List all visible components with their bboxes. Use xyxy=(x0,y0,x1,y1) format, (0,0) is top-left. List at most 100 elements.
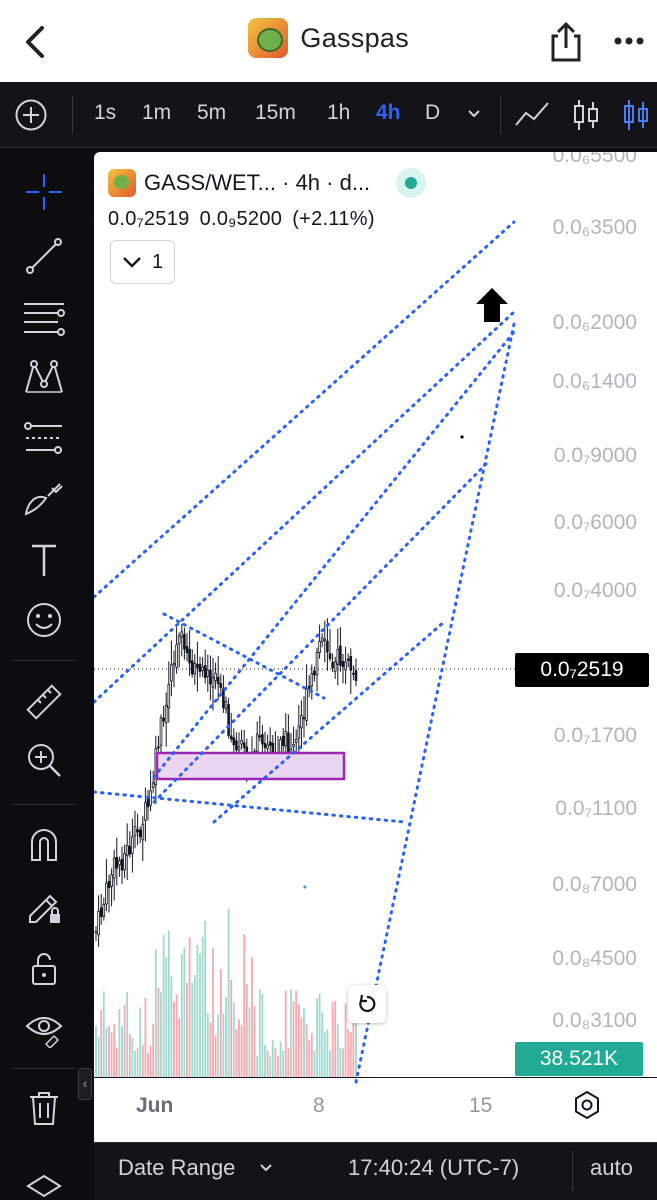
volume-bar xyxy=(290,989,292,1077)
candle-body xyxy=(211,677,215,688)
date-range-button[interactable]: Date Range xyxy=(118,1155,235,1181)
trend-line xyxy=(94,310,516,704)
chart-status-bar: Date Range 17:40:24 (UTC-7) auto xyxy=(94,1142,657,1200)
line-chart-icon[interactable] xyxy=(514,97,550,133)
volume-bar xyxy=(243,934,246,1077)
timeframe-4h[interactable]: 4h xyxy=(376,101,401,125)
volume-bar xyxy=(292,1001,295,1077)
brush-icon[interactable] xyxy=(20,476,68,524)
more-horizontal-icon[interactable] xyxy=(612,26,646,56)
volume-bar xyxy=(201,936,204,1077)
timeframe-15m[interactable]: 15m xyxy=(255,101,296,125)
volume-bar xyxy=(342,1048,344,1077)
candle-body xyxy=(227,704,230,736)
toolbar-divider xyxy=(12,660,76,661)
candle-body xyxy=(115,856,119,869)
candle-body xyxy=(170,664,173,682)
price-tick: 0.0₆3500 xyxy=(552,216,637,239)
volume-bar xyxy=(128,1034,131,1077)
candle-body xyxy=(133,826,137,837)
chevron-down-icon[interactable] xyxy=(258,1161,274,1175)
timeframe-1s[interactable]: 1s xyxy=(94,101,116,125)
timeframe-5m[interactable]: 5m xyxy=(197,101,226,125)
lock-drawing-icon[interactable] xyxy=(20,882,68,930)
candle-body xyxy=(203,665,207,679)
volume-bar xyxy=(225,996,227,1077)
magnet-icon[interactable] xyxy=(20,820,68,868)
candle-body xyxy=(209,669,212,685)
auto-scale-toggle[interactable]: auto xyxy=(590,1155,633,1181)
emoji-icon[interactable] xyxy=(20,596,68,644)
candle-body xyxy=(125,844,129,857)
timeframe-d[interactable]: D xyxy=(425,101,440,125)
share-icon[interactable] xyxy=(548,20,584,64)
timeframe-1m[interactable]: 1m xyxy=(142,101,171,125)
candle-body xyxy=(346,658,350,661)
volume-bar xyxy=(100,1009,103,1077)
fib-retracement-icon[interactable] xyxy=(20,294,68,342)
clock-timezone[interactable]: 17:40:24 (UTC-7) xyxy=(348,1155,519,1181)
volume-bar xyxy=(97,1037,100,1077)
candle-body xyxy=(354,670,358,681)
trash-icon[interactable] xyxy=(20,1084,68,1132)
symbol-legend[interactable]: GASS/WET... · 4h · d... xyxy=(108,168,427,198)
token-logo-icon xyxy=(108,169,136,197)
chevron-down-icon[interactable] xyxy=(466,106,482,122)
volume-bar xyxy=(118,1009,121,1077)
candle-body xyxy=(261,734,264,745)
layers-icon[interactable] xyxy=(20,1158,68,1200)
volume-bar xyxy=(329,1050,331,1077)
volume-bar xyxy=(193,974,196,1077)
volume-bar xyxy=(266,1050,269,1077)
timeframe-1h[interactable]: 1h xyxy=(327,101,350,125)
last-price-badge: 0.0₇2519 xyxy=(515,653,649,687)
volume-bar xyxy=(331,1001,334,1077)
hollow-candles-icon[interactable] xyxy=(618,97,654,133)
volume-bar xyxy=(206,1013,209,1077)
volume-bar xyxy=(134,1050,136,1077)
candle-body xyxy=(268,741,272,746)
drawing-toolbar xyxy=(0,148,88,1200)
eye-icon[interactable] xyxy=(20,1004,68,1052)
trend-line-icon[interactable] xyxy=(20,232,68,280)
volume-bar xyxy=(355,1016,357,1077)
add-plus-icon[interactable] xyxy=(14,98,48,132)
crosshair-icon[interactable] xyxy=(20,168,68,216)
candle-body xyxy=(281,736,285,746)
volume-bar xyxy=(264,1045,266,1077)
candles-icon[interactable] xyxy=(568,97,604,133)
time-tick: 8 xyxy=(313,1094,325,1117)
volume-bar xyxy=(313,1050,316,1077)
unlock-icon[interactable] xyxy=(20,944,68,992)
volume-bar xyxy=(102,991,105,1077)
pattern-icon[interactable] xyxy=(20,354,68,402)
price-chart[interactable]: GASS/WET... · 4h · d... 0.0₇2519 0.0₉5200… xyxy=(94,152,657,1142)
price-tick: 0.0₆5500 xyxy=(552,152,637,167)
volume-bar xyxy=(334,1001,337,1077)
volume-bar xyxy=(180,953,183,1077)
volume-bar xyxy=(162,934,165,1077)
indicators-toggle-button[interactable]: 1 xyxy=(110,240,175,284)
volume-bar xyxy=(157,987,160,1077)
reset-chart-button[interactable] xyxy=(348,985,386,1023)
collapse-toolbar-handle[interactable]: ‹ xyxy=(78,1068,92,1100)
candle-body xyxy=(188,648,191,664)
volume-bar xyxy=(196,945,199,1077)
volume-bar xyxy=(121,1026,123,1077)
candle-body xyxy=(326,640,329,653)
candle-body xyxy=(146,798,150,808)
settings-icon[interactable] xyxy=(572,1090,602,1120)
candle-body xyxy=(196,663,199,669)
trend-line xyxy=(162,612,326,700)
change-pct: (+2.11%) xyxy=(292,208,375,230)
ruler-icon[interactable] xyxy=(20,678,68,726)
candle-body xyxy=(201,666,204,671)
prediction-icon[interactable] xyxy=(20,414,68,462)
text-icon[interactable] xyxy=(20,536,68,584)
zoom-in-icon[interactable] xyxy=(20,736,68,784)
candle-body xyxy=(162,717,165,722)
volume-bar xyxy=(271,1040,274,1077)
indicator-count: 1 xyxy=(151,250,164,273)
volume-bar xyxy=(297,1003,300,1077)
toolbar-divider xyxy=(12,804,76,805)
